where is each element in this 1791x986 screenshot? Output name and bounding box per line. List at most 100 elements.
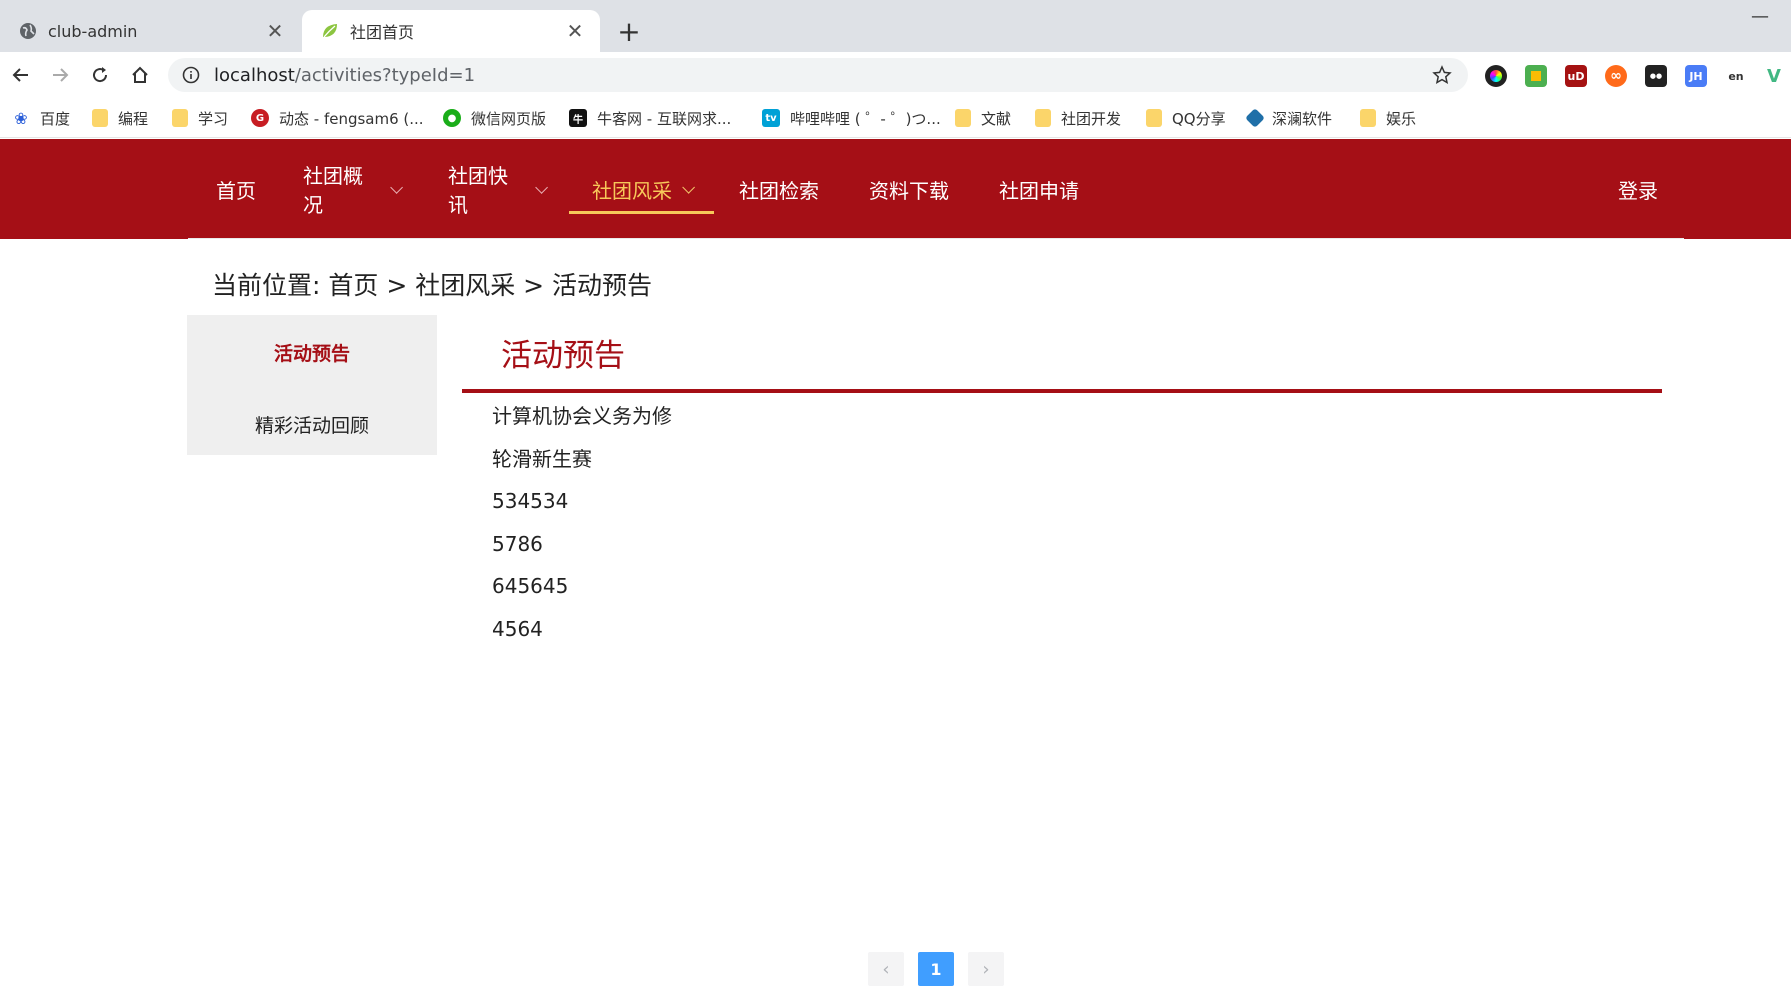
bookmark-folder-qq-share[interactable]: QQ分享	[1146, 106, 1226, 130]
nav-label: 社团概况	[303, 164, 363, 217]
folder-icon	[955, 109, 971, 127]
tab-club-admin[interactable]: club-admin ✕	[0, 10, 300, 52]
list-item[interactable]: 4564	[492, 613, 672, 656]
list-item[interactable]: 534534	[492, 485, 672, 528]
list-item[interactable]: 645645	[492, 570, 672, 613]
sidebar-item-activity-review[interactable]: 精彩活动回顾	[187, 411, 437, 438]
baidu-icon: ❀	[14, 108, 28, 128]
browser-toolbar: localhost/activities?typeId=1 uD ∞ ●● JH…	[0, 52, 1791, 98]
bookmark-label: 哔哩哔哩 ( ゜- ゜)つ...	[790, 109, 941, 128]
close-tab-icon[interactable]: ✕	[564, 19, 586, 43]
jh-extension[interactable]: JH	[1685, 65, 1707, 87]
forward-button[interactable]	[45, 60, 75, 90]
globe-icon	[18, 21, 38, 41]
pagination-next-button[interactable]: ›	[968, 952, 1004, 986]
close-tab-icon[interactable]: ✕	[264, 19, 286, 43]
page-title: 活动预告	[501, 338, 625, 374]
bookmark-wechat[interactable]: ● 微信网页版	[443, 106, 546, 130]
google-extension[interactable]	[1525, 65, 1547, 87]
bookmark-nowcoder[interactable]: 牛 牛客网 - 互联网求...	[569, 106, 731, 130]
list-item[interactable]: 轮滑新生赛	[492, 443, 672, 486]
chevron-down-icon	[390, 180, 404, 194]
title-underline	[462, 389, 1662, 393]
nav-home[interactable]: 首页	[212, 139, 260, 239]
nav-club-news[interactable]: 社团快讯	[448, 139, 549, 239]
sidebar-item-activity-preview[interactable]: 活动预告	[187, 339, 437, 366]
list-item[interactable]: 5786	[492, 528, 672, 571]
address-bar[interactable]: localhost/activities?typeId=1	[168, 58, 1468, 92]
leaf-icon	[320, 21, 340, 41]
folder-icon	[1360, 109, 1376, 127]
folder-icon	[92, 109, 108, 127]
site-nav-bar: 首页 社团概况 社团快讯 社团风采 社团检索 资料下载 社团申请 登录	[0, 139, 1791, 239]
home-icon	[132, 66, 148, 83]
ublock-extension[interactable]: uD	[1565, 65, 1587, 87]
tampermonkey-extension[interactable]: ●●	[1645, 65, 1667, 87]
minimize-window-button[interactable]: —	[1748, 6, 1772, 27]
bookmark-label: 深澜软件	[1272, 109, 1333, 128]
bookmark-folder-programming[interactable]: 编程	[92, 106, 148, 130]
arrow-left-icon	[12, 68, 28, 82]
nav-club-style[interactable]: 社团风采	[569, 139, 714, 239]
tab-title: club-admin	[48, 21, 138, 41]
nav-club-apply[interactable]: 社团申请	[998, 139, 1080, 239]
folder-icon	[1146, 109, 1162, 127]
bookmark-label: 牛客网 - 互联网求...	[597, 109, 732, 128]
chevron-down-icon	[682, 180, 695, 194]
activity-list: 计算机协会义务为修 轮滑新生赛 534534 5786 645645 4564	[492, 400, 672, 655]
bookmark-label: 娱乐	[1386, 109, 1417, 128]
nav-label: 社团风采	[592, 178, 672, 203]
breadcrumb: 当前位置: 首页 > 社团风采 > 活动预告	[212, 271, 653, 300]
color-picker-extension[interactable]	[1485, 65, 1507, 87]
bookmark-bilibili[interactable]: tv 哔哩哔哩 ( ゜- ゜)つ...	[762, 106, 941, 130]
gitee-icon: G	[251, 109, 269, 127]
infinity-extension[interactable]: ∞	[1605, 65, 1627, 87]
translate-extension[interactable]: en	[1725, 65, 1747, 87]
folder-icon	[1035, 109, 1051, 127]
nav-label: 社团申请	[999, 178, 1079, 203]
chevron-down-icon	[535, 180, 549, 194]
tab-title: 社团首页	[350, 23, 415, 42]
nav-label: 社团检索	[739, 178, 819, 203]
bookmark-label: 编程	[118, 109, 149, 128]
bookmark-label: 社团开发	[1061, 109, 1122, 128]
bookmark-baidu[interactable]: ❀ 百度	[12, 106, 70, 130]
bookmark-folder-papers[interactable]: 文献	[955, 106, 1011, 130]
login-link[interactable]: 登录	[1618, 139, 1658, 239]
bookmark-folder-entertainment[interactable]: 娱乐	[1360, 106, 1416, 130]
bookmark-srun[interactable]: 深澜软件	[1245, 106, 1333, 130]
pagination-prev-button[interactable]: ‹	[868, 952, 904, 986]
star-icon[interactable]	[1432, 65, 1452, 85]
bookmark-label: 文献	[981, 109, 1012, 128]
bookmark-label: 微信网页版	[471, 109, 547, 128]
nav-downloads[interactable]: 资料下载	[868, 139, 950, 239]
bookmark-label: 百度	[40, 109, 71, 128]
nav-label: 资料下载	[869, 178, 949, 203]
tab-club-home[interactable]: 社团首页 ✕	[302, 10, 600, 52]
url-path: /activities?typeId=1	[294, 64, 476, 86]
bookmark-folder-study[interactable]: 学习	[172, 106, 228, 130]
folder-icon	[172, 109, 188, 127]
pagination-page-1[interactable]: 1	[918, 952, 954, 986]
color-wheel-icon	[1490, 70, 1502, 82]
bilibili-icon: tv	[762, 109, 780, 127]
bookmark-gitee[interactable]: G 动态 - fengsam6 (...	[251, 106, 424, 130]
tab-strip: club-admin ✕ 社团首页 ✕ + —	[0, 0, 1791, 52]
google-icon	[1531, 71, 1541, 81]
nav-club-overview[interactable]: 社团概况	[303, 139, 404, 239]
back-button[interactable]	[6, 60, 36, 90]
list-item[interactable]: 计算机协会义务为修	[492, 400, 672, 443]
nav-club-search[interactable]: 社团检索	[738, 139, 820, 239]
nav-label: 首页	[216, 178, 256, 203]
bookmark-label: 学习	[198, 109, 229, 128]
home-button[interactable]	[125, 60, 155, 90]
reload-button[interactable]	[85, 60, 115, 90]
bookmarks-bar: ❀ 百度 编程 学习 G 动态 - fengsam6 (... ● 微信网页版 …	[0, 98, 1791, 138]
new-tab-button[interactable]: +	[614, 15, 644, 48]
bookmark-folder-club-dev[interactable]: 社团开发	[1035, 106, 1121, 130]
srun-icon	[1245, 108, 1265, 128]
vue-devtools-extension[interactable]: V	[1763, 65, 1785, 87]
bookmark-label: QQ分享	[1172, 109, 1226, 128]
url-host: localhost	[214, 64, 295, 86]
info-icon[interactable]	[182, 66, 200, 84]
